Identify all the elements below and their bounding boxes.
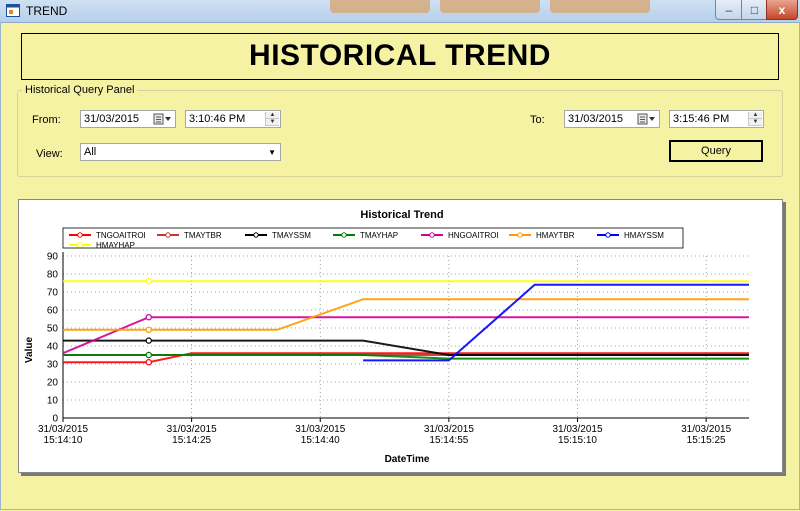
x-tick-label: 15:14:25 bbox=[172, 435, 211, 446]
spin-up-icon[interactable]: ▲ bbox=[266, 112, 279, 119]
spin-down-icon[interactable]: ▼ bbox=[266, 119, 279, 126]
to-date-picker[interactable]: 31/03/2015 bbox=[564, 110, 660, 128]
series-line bbox=[63, 298, 749, 331]
y-tick-label: 80 bbox=[47, 270, 59, 281]
query-panel bbox=[17, 90, 783, 177]
view-select[interactable]: All ▼ bbox=[80, 143, 281, 161]
x-tick-label: 31/03/2015 bbox=[681, 424, 731, 435]
x-tick-label: 31/03/2015 bbox=[424, 424, 474, 435]
y-tick-label: 40 bbox=[47, 342, 59, 353]
from-date-value: 31/03/2015 bbox=[84, 113, 140, 125]
legend-label: TNGOAITROI bbox=[96, 231, 146, 240]
window-title: TREND bbox=[26, 4, 68, 18]
series-line bbox=[363, 283, 749, 362]
x-axis-label: DateTime bbox=[385, 454, 430, 465]
series-point bbox=[145, 313, 152, 321]
legend-label: TMAYSSM bbox=[272, 231, 311, 240]
legend-marker bbox=[429, 232, 435, 238]
y-tick-label: 60 bbox=[47, 306, 59, 317]
background-window-tab bbox=[330, 0, 430, 13]
y-axis-label: Value bbox=[24, 337, 35, 364]
x-tick-label: 31/03/2015 bbox=[552, 424, 602, 435]
y-tick-label: 70 bbox=[47, 288, 59, 299]
x-tick-label: 15:15:10 bbox=[558, 435, 597, 446]
background-window-tab bbox=[550, 0, 650, 13]
spin-up-icon[interactable]: ▲ bbox=[749, 112, 762, 119]
trend-chart-panel: Historical Trend TNGOAITROI TMAYTBR TMAYSS… bbox=[18, 199, 783, 473]
legend-marker bbox=[341, 232, 347, 238]
trend-chart: Historical Trend TNGOAITROI TMAYTBR TMAYSS… bbox=[24, 209, 749, 465]
legend-marker bbox=[77, 232, 83, 238]
legend-label: HMAYTBR bbox=[536, 231, 575, 240]
y-tick-label: 10 bbox=[47, 396, 59, 407]
legend-label: TMAYHAP bbox=[360, 231, 398, 240]
to-time-value: 3:15:46 PM bbox=[673, 113, 730, 125]
header-panel: HISTORICAL TREND bbox=[21, 33, 779, 80]
legend-label: HMAYSSM bbox=[624, 231, 664, 240]
query-button[interactable]: Query bbox=[669, 140, 763, 162]
from-time-value: 3:10:46 PM bbox=[189, 113, 246, 125]
legend-marker bbox=[517, 232, 523, 238]
x-tick-label: 15:14:40 bbox=[301, 435, 340, 446]
y-tick-label: 90 bbox=[47, 252, 59, 263]
legend-marker bbox=[253, 232, 259, 238]
page-title: HISTORICAL TREND bbox=[249, 39, 551, 72]
x-tick-label: 31/03/2015 bbox=[38, 424, 88, 435]
legend-marker bbox=[605, 232, 611, 238]
view-label: View: bbox=[36, 148, 63, 160]
series-point bbox=[145, 358, 152, 366]
from-label: From: bbox=[32, 114, 61, 126]
series-point bbox=[145, 326, 152, 334]
legend-label: HNGOAITROI bbox=[448, 231, 499, 240]
calendar-dropdown-icon[interactable] bbox=[153, 113, 173, 125]
to-time-picker[interactable]: 3:15:46 PM ▲ ▼ bbox=[669, 110, 764, 128]
y-tick-label: 50 bbox=[47, 324, 59, 335]
to-date-value: 31/03/2015 bbox=[568, 113, 624, 125]
minimize-icon: – bbox=[725, 2, 733, 17]
background-window-tab bbox=[440, 0, 540, 13]
chart-title: Historical Trend bbox=[360, 209, 443, 221]
x-tick-label: 31/03/2015 bbox=[167, 424, 217, 435]
legend-marker bbox=[165, 232, 171, 238]
from-date-picker[interactable]: 31/03/2015 bbox=[80, 110, 176, 128]
x-tick-label: 15:15:25 bbox=[687, 435, 726, 446]
title-bar: TREND – □ x bbox=[0, 0, 800, 23]
x-tick-label: 15:14:55 bbox=[429, 435, 468, 446]
close-button[interactable]: x bbox=[766, 0, 798, 20]
close-icon: x bbox=[778, 2, 786, 17]
calendar-dropdown-icon[interactable] bbox=[637, 113, 657, 125]
y-tick-label: 30 bbox=[47, 360, 59, 371]
maximize-icon: □ bbox=[750, 2, 759, 17]
legend-label: HMAYHAP bbox=[96, 241, 135, 250]
y-tick-label: 20 bbox=[47, 378, 59, 389]
legend-label: TMAYTBR bbox=[184, 231, 222, 240]
chevron-down-icon: ▼ bbox=[268, 148, 276, 157]
series-point bbox=[145, 277, 152, 285]
minimize-button[interactable]: – bbox=[715, 0, 743, 20]
from-time-picker[interactable]: 3:10:46 PM ▲ ▼ bbox=[185, 110, 281, 128]
app-icon bbox=[6, 4, 20, 17]
to-label: To: bbox=[530, 114, 545, 126]
series-point bbox=[145, 337, 152, 344]
from-time-spinner[interactable]: ▲ ▼ bbox=[265, 112, 279, 126]
x-tick-label: 31/03/2015 bbox=[295, 424, 345, 435]
x-tick-label: 15:14:10 bbox=[44, 435, 83, 446]
query-panel-title: Historical Query Panel bbox=[22, 84, 138, 96]
spin-down-icon[interactable]: ▼ bbox=[749, 119, 762, 126]
chart-series bbox=[62, 277, 749, 366]
to-time-spinner[interactable]: ▲ ▼ bbox=[748, 112, 762, 126]
maximize-button[interactable]: □ bbox=[741, 0, 768, 20]
legend-marker bbox=[77, 242, 83, 248]
y-tick-label: 0 bbox=[52, 414, 58, 425]
series-point bbox=[145, 351, 152, 359]
view-selected-value: All bbox=[84, 146, 97, 158]
